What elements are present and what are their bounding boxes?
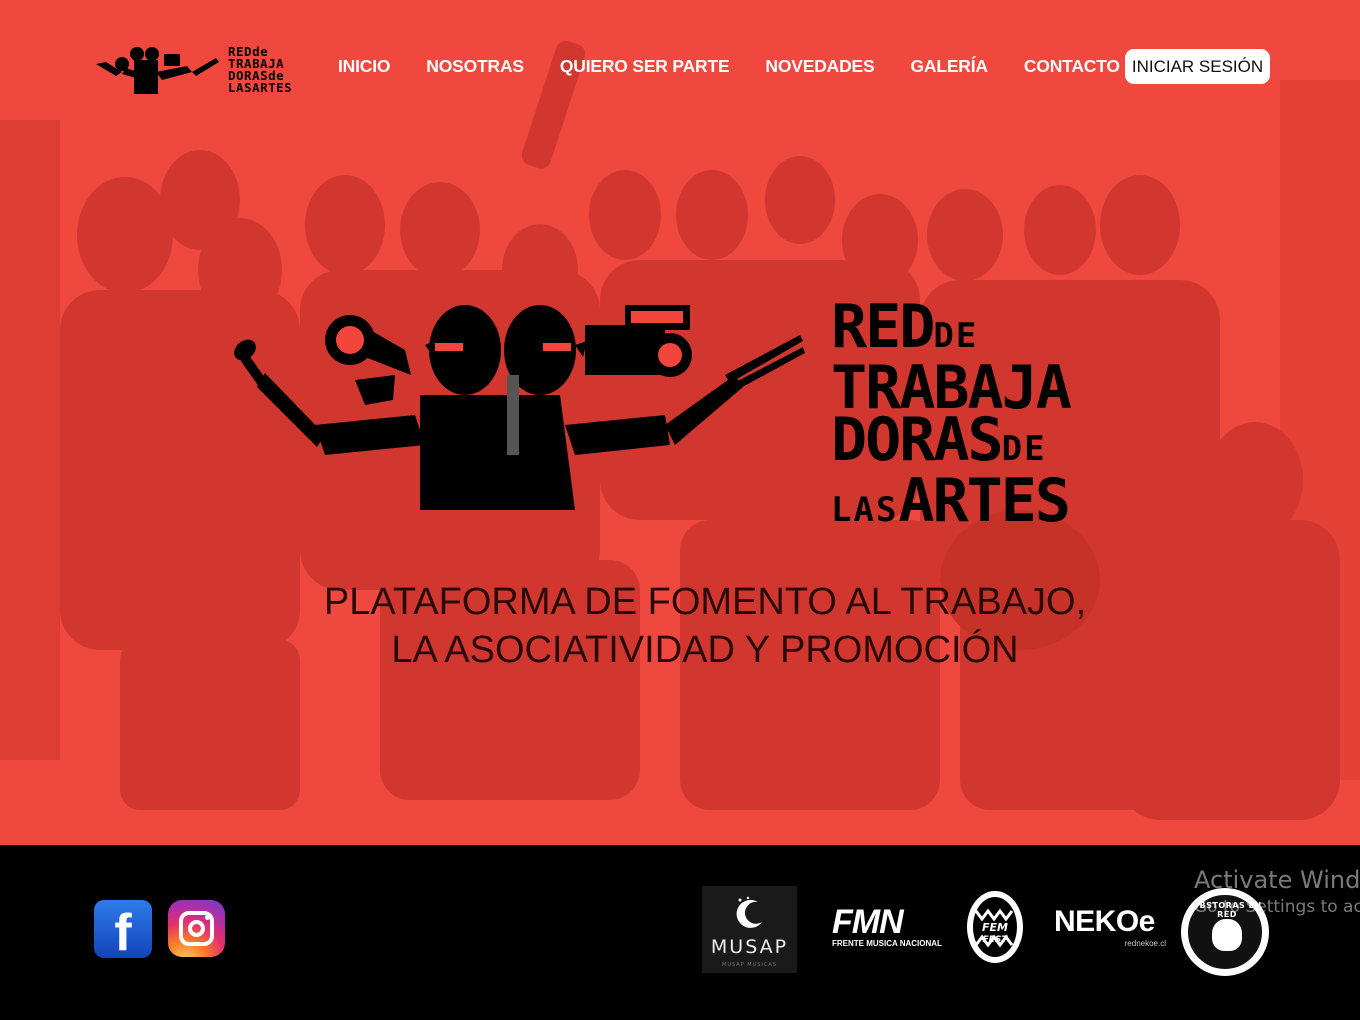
hero-logo: REDDE TRABAJA DORASDE LASARTES <box>225 295 1145 531</box>
partner-logo-musap[interactable]: MUSAP MUSAP MUSICAS <box>702 886 797 973</box>
femfest-mouth-icon: FEM FEST <box>967 891 1023 963</box>
hero-tagline: PLATAFORMA DE FOMENTO AL TRABAJO, LA ASO… <box>200 578 1210 674</box>
windows-activation-watermark: Activate Windows Go to Settings to activ… <box>1194 866 1360 917</box>
women-artists-illustration-icon <box>234 305 805 510</box>
nav-item-contacto[interactable]: CONTACTO <box>1024 56 1120 77</box>
facebook-icon[interactable]: f <box>94 900 152 962</box>
logo-word-de: DE <box>933 316 979 356</box>
nav-item-inicio[interactable]: INICIO <box>338 56 390 77</box>
logo-word-las: LAS <box>831 490 899 530</box>
face-icon <box>1212 919 1242 951</box>
women-artists-icon <box>96 47 219 94</box>
main-navigation: INICIO NOSOTRAS QUIERO SER PARTE NOVEDAD… <box>320 48 1138 84</box>
logo-word-artes: ARTES <box>898 466 1071 536</box>
instagram-icon[interactable] <box>168 900 225 957</box>
hero-section: REDde TRABAJA DORASde LASARTES INICIO NO… <box>0 0 1360 845</box>
tagline-line-2: LA ASOCIATIVIDAD Y PROMOCIÓN <box>391 629 1019 671</box>
svg-text:FEST: FEST <box>983 935 1009 945</box>
logo-word-doras: DORAS <box>831 405 1004 475</box>
logo-word-de-2: DE <box>1001 429 1047 469</box>
header-logo-text: REDde TRABAJA DORASde LASARTES <box>228 44 293 95</box>
login-button[interactable]: INICIAR SESIÓN <box>1125 49 1270 84</box>
nav-item-quiero-ser-parte[interactable]: QUIERO SER PARTE <box>560 56 730 77</box>
header-logo[interactable]: REDde TRABAJA DORASde LASARTES <box>92 42 302 102</box>
logo-word-red: RED <box>831 292 935 362</box>
partner-logo-fmn[interactable]: FMN FRENTE MUSICA NACIONAL <box>832 905 942 953</box>
partner-logo-femfest[interactable]: FEM FEST <box>962 887 1028 969</box>
svg-text:FEM: FEM <box>982 921 1008 934</box>
hero-logo-title: REDDE TRABAJA DORASDE LASARTES <box>831 297 1151 536</box>
nav-item-galeria[interactable]: GALERÍA <box>910 56 988 77</box>
nav-item-nosotras[interactable]: NOSOTRAS <box>426 56 524 77</box>
nav-item-novedades[interactable]: NOVEDADES <box>765 56 874 77</box>
tagline-line-1: PLATAFORMA DE FOMENTO AL TRABAJO, <box>323 581 1087 623</box>
moon-icon <box>736 896 762 928</box>
partner-logo-nekoe[interactable]: NEKOe rednekoe.cl <box>1054 905 1172 949</box>
